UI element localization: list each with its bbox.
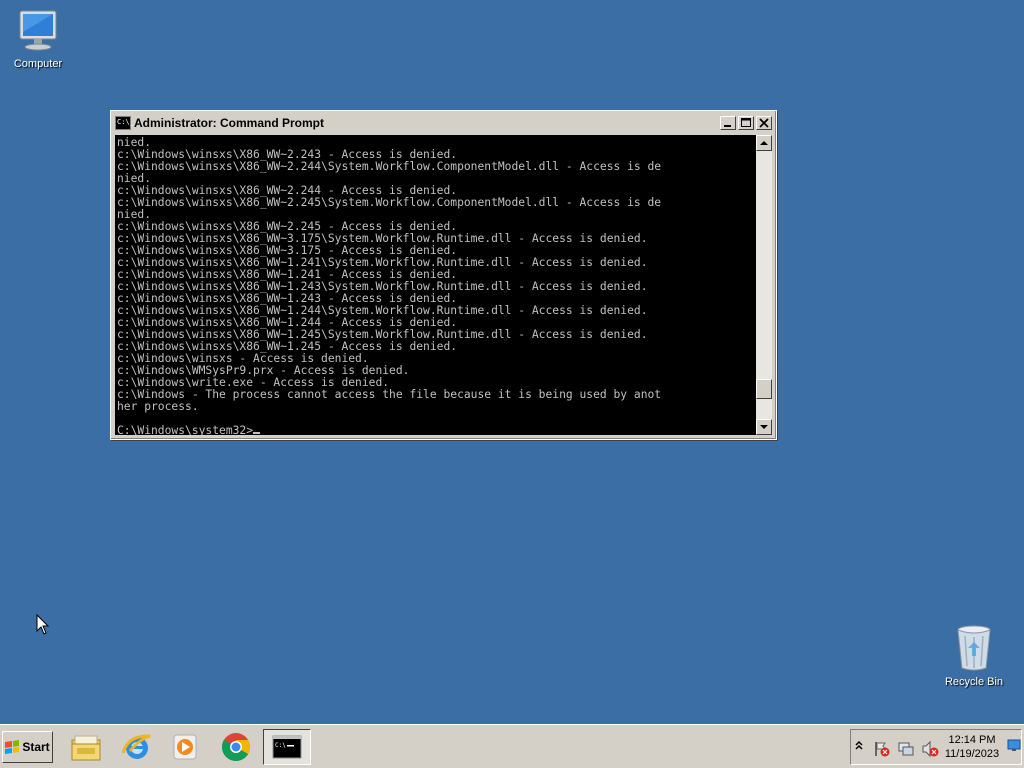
console-line: her process. — [117, 400, 199, 413]
command-prompt-icon[interactable]: C:\_ — [115, 116, 134, 130]
minimize-button[interactable] — [720, 116, 736, 130]
arrow-down-icon — [760, 425, 768, 429]
scroll-down-button[interactable] — [756, 419, 772, 435]
media-player-icon — [173, 734, 197, 760]
network-icon[interactable] — [897, 740, 915, 758]
desktop-icon-computer[interactable]: Computer — [0, 8, 78, 70]
chrome-icon — [222, 733, 250, 761]
close-button[interactable] — [756, 116, 772, 130]
desktop-icon-label: Computer — [13, 58, 63, 70]
console-output[interactable]: nied. c:\Windows\winsxs\X86_WW~2.243 - Ac… — [115, 135, 756, 435]
console-prompt-line[interactable]: C:\Windows\system32> — [115, 425, 756, 435]
svg-text:C:\: C:\ — [275, 742, 286, 749]
window-title: Administrator: Command Prompt — [134, 116, 325, 130]
show-desktop-icon[interactable] — [1007, 738, 1021, 752]
folder-icon — [71, 735, 101, 761]
action-center-icon[interactable] — [873, 740, 891, 758]
windows-logo-icon — [5, 740, 20, 754]
desktop-icon-recycle-bin[interactable]: Recycle Bin — [934, 624, 1014, 688]
console-line: c:\Windows\winsxs\X86_WW~2.245\System.Wo… — [117, 196, 662, 209]
taskbar-windows-explorer[interactable] — [64, 729, 108, 765]
system-tray: 12:14 PM 11/19/2023 — [850, 729, 1022, 765]
scrollbar-thumb[interactable] — [756, 379, 772, 400]
arrow-up-icon — [760, 141, 768, 145]
clock[interactable]: 12:14 PM 11/19/2023 — [941, 733, 1003, 761]
taskbar-google-chrome[interactable] — [214, 729, 258, 765]
console-prompt: C:\Windows\system32> — [117, 424, 254, 436]
maximize-icon — [741, 118, 751, 127]
internet-explorer-icon — [121, 734, 151, 759]
mouse-pointer-icon — [36, 614, 50, 635]
console-lines: nied. c:\Windows\winsxs\X86_WW~2.243 - Ac… — [115, 135, 756, 413]
computer-icon — [19, 10, 57, 51]
vertical-scrollbar[interactable] — [756, 135, 772, 435]
clock-time: 12:14 PM — [948, 734, 996, 746]
command-prompt-icon: C:\ — [272, 735, 302, 759]
taskbar-windows-media-player[interactable] — [163, 729, 207, 765]
scroll-up-button[interactable] — [756, 135, 772, 151]
console-line: c:\Windows\winsxs\X86_WW~2.244\System.Wo… — [117, 160, 662, 173]
command-prompt-window[interactable]: C:\_ Administrator: Command Prompt nied.… — [110, 110, 777, 440]
window-titlebar[interactable]: C:\_ Administrator: Command Prompt — [113, 113, 774, 133]
show-hidden-icons-icon[interactable] — [855, 740, 863, 755]
console-line: c:\Windows - The process cannot access t… — [117, 388, 662, 401]
taskbar-command-prompt[interactable]: C:\ — [263, 729, 311, 765]
start-label: Start — [22, 740, 50, 754]
minimize-icon — [724, 125, 731, 127]
desktop-icon-label: Recycle Bin — [944, 676, 1004, 688]
start-button[interactable]: Start — [2, 731, 53, 763]
taskbar: Start C:\ 12:14 PM 11/19/2023 — [0, 724, 1024, 768]
volume-muted-icon[interactable] — [921, 740, 939, 758]
clock-date: 11/19/2023 — [944, 748, 1000, 760]
recycle-bin-icon — [957, 625, 991, 671]
taskbar-internet-explorer[interactable] — [115, 729, 159, 765]
close-icon — [759, 118, 769, 128]
text-cursor — [253, 432, 261, 434]
maximize-button[interactable] — [738, 116, 754, 130]
